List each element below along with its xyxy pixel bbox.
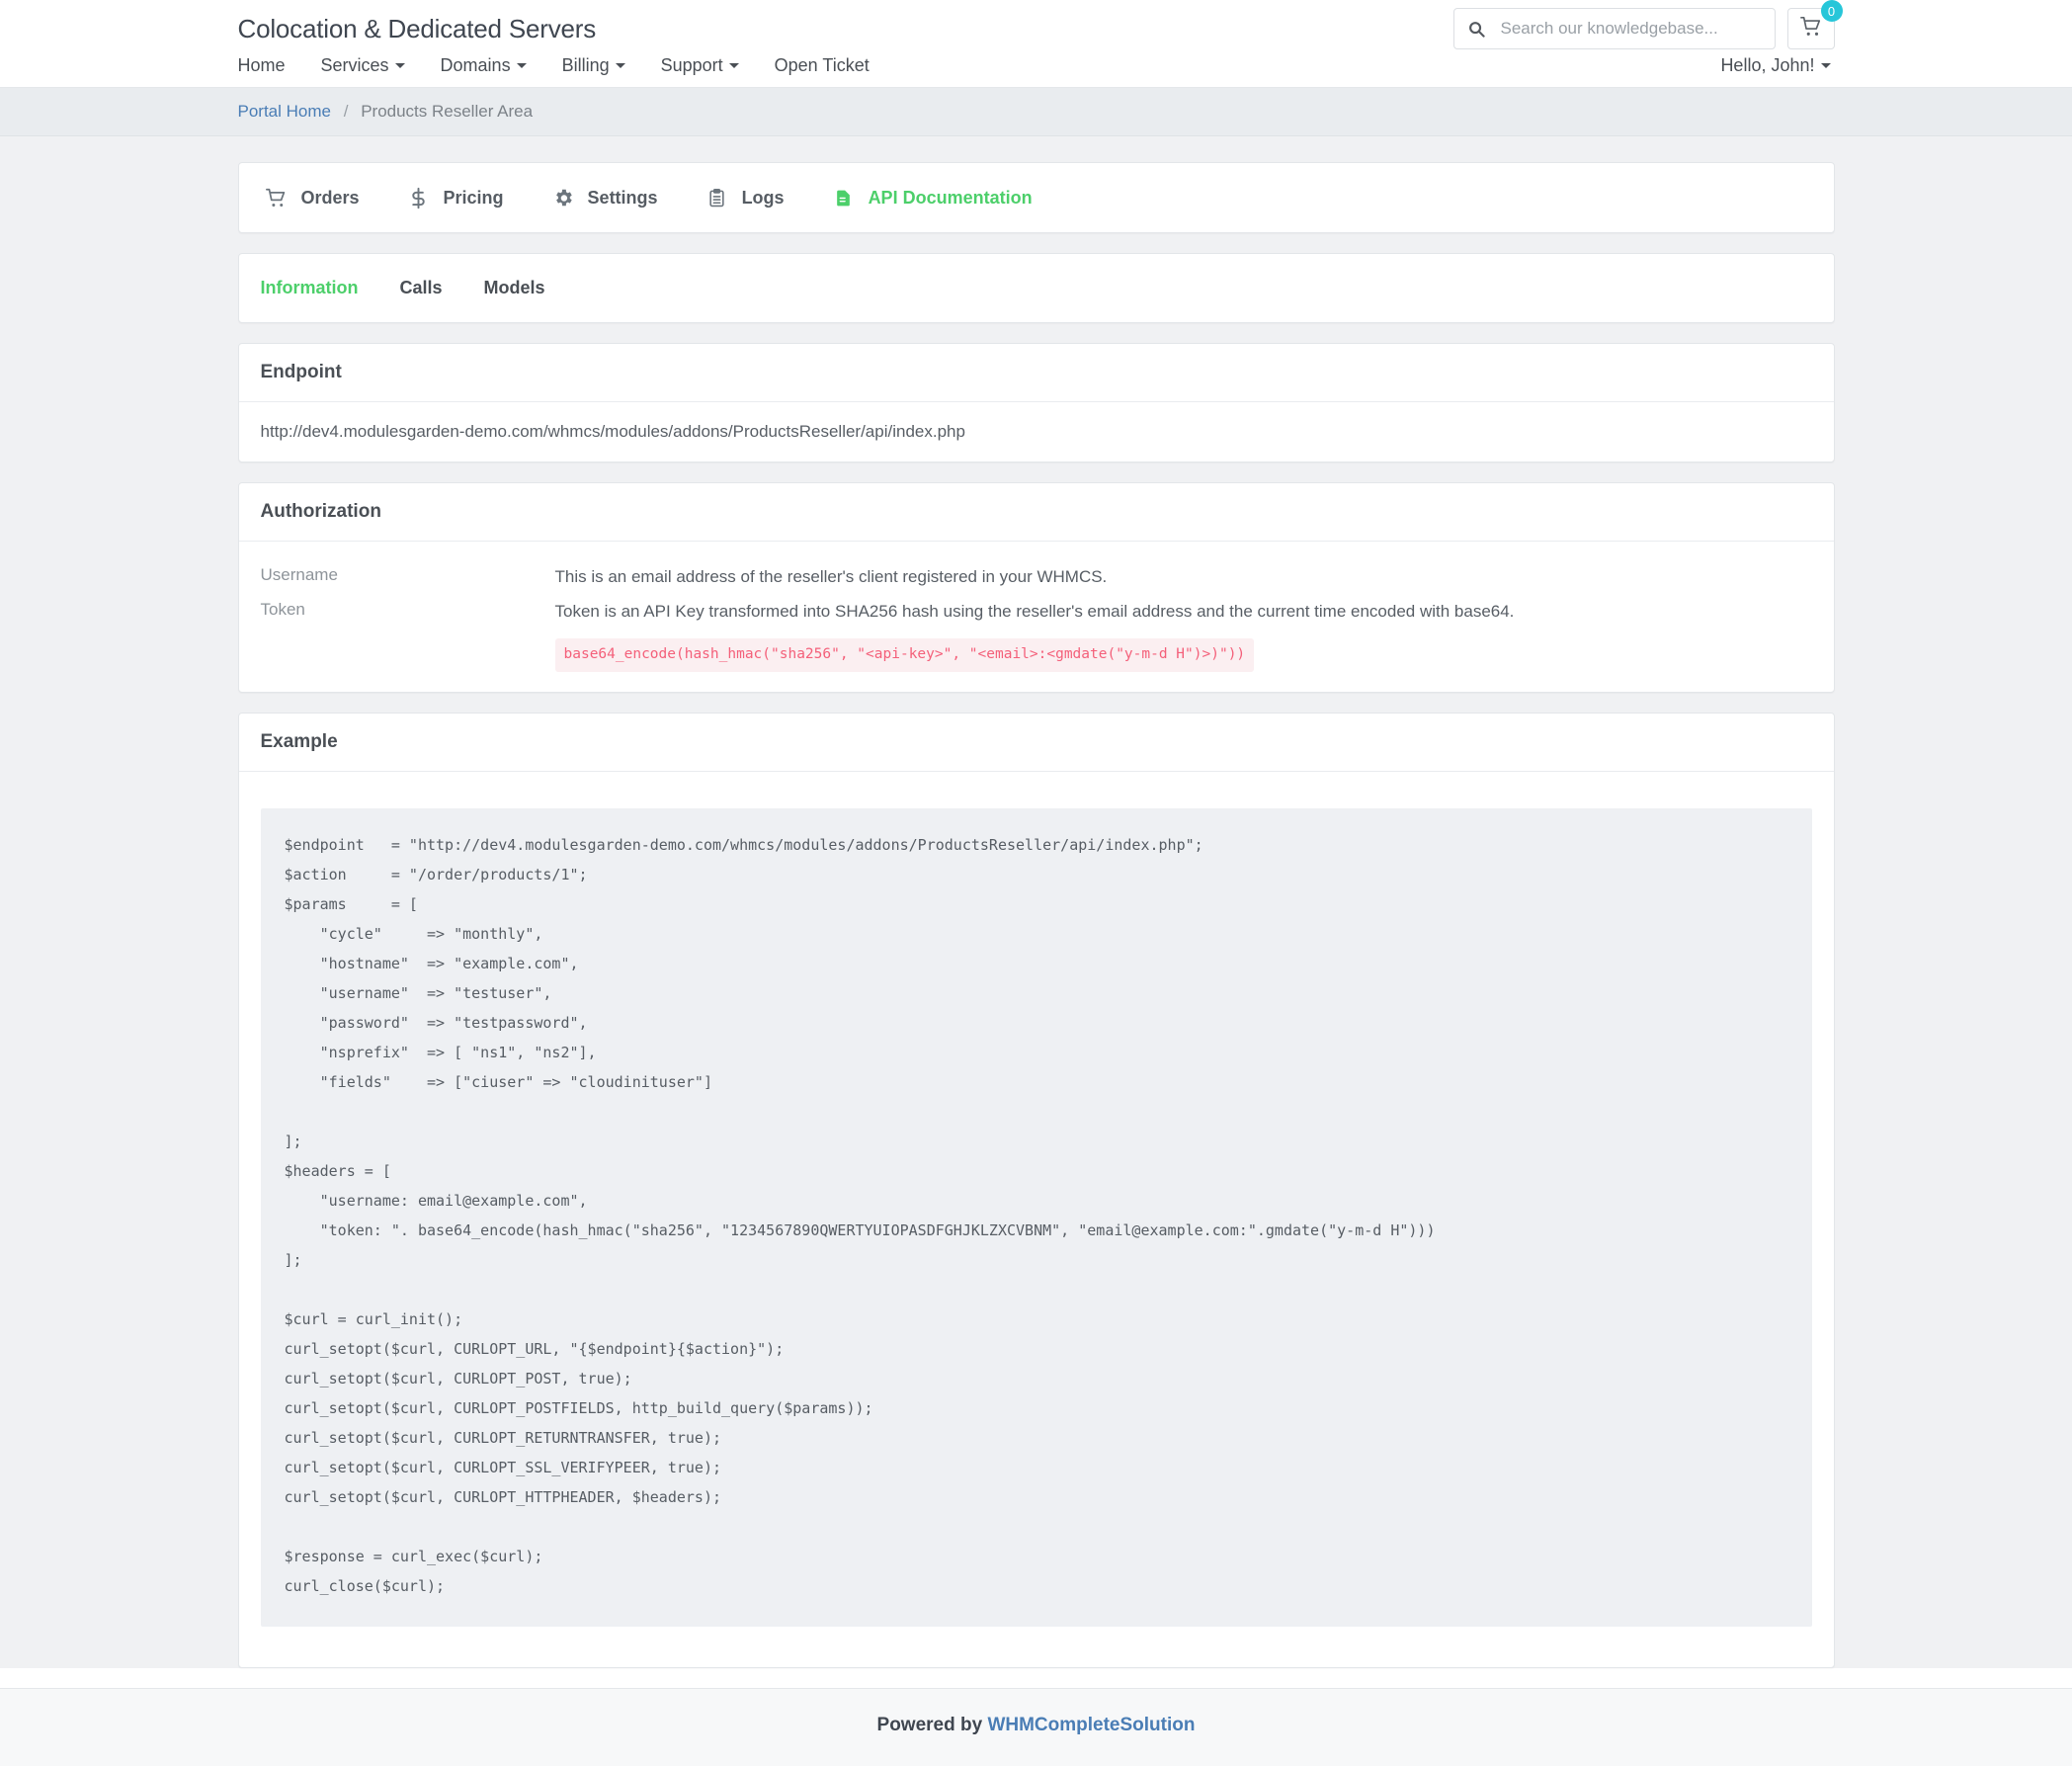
clipboard-icon	[705, 185, 729, 210]
chevron-down-icon	[728, 63, 739, 69]
file-document-icon	[832, 185, 856, 210]
account-menu-label: Hello, John!	[1720, 54, 1815, 75]
module-item-label: API Documentation	[868, 187, 1033, 208]
breadcrumb-bar: Portal Home / Products Reseller Area	[0, 88, 2072, 136]
footer-powered-by-text: Powered by	[876, 1714, 988, 1735]
authorization-description: This is an email address of the reseller…	[554, 567, 1108, 586]
search-input[interactable]	[1498, 18, 1761, 40]
endpoint-title: Endpoint	[238, 344, 1834, 402]
breadcrumb: Portal Home / Products Reseller Area	[226, 88, 1847, 135]
module-item-api-documentation[interactable]: API Documentation	[828, 181, 1058, 214]
nav-item-label: Billing	[561, 54, 610, 75]
site-brand-title: Colocation & Dedicated Servers	[237, 14, 597, 43]
api-doc-tabs-panel: Information Calls Models	[237, 253, 1835, 323]
footer-whmcs-link[interactable]: WHMCompleteSolution	[987, 1715, 1195, 1735]
page-content: Orders Pricing Settings Logs API Documen…	[0, 136, 2072, 1668]
site-header: Colocation & Dedicated Servers Search ou…	[0, 0, 2072, 57]
tab-calls[interactable]: Calls	[400, 274, 464, 302]
authorization-title: Authorization	[238, 483, 1834, 542]
search-icon	[1468, 21, 1485, 38]
breadcrumb-current-page: Products Reseller Area	[361, 102, 534, 121]
authorization-description: Token is an API Key transformed into SHA…	[554, 602, 1515, 622]
module-item-pricing[interactable]: Pricing	[403, 181, 530, 214]
gear-icon	[551, 185, 575, 210]
nav-item-label: Domains	[440, 54, 511, 75]
chevron-down-icon	[615, 63, 625, 69]
module-item-label: Settings	[587, 187, 658, 208]
cart-item-count-badge: 0	[1820, 0, 1843, 22]
tab-models[interactable]: Models	[484, 274, 567, 302]
example-code-block: $endpoint = "http://dev4.modulesgarden-d…	[260, 807, 1812, 1627]
endpoint-panel: Endpoint http://dev4.modulesgarden-demo.…	[237, 343, 1835, 463]
nav-item-label: Support	[660, 54, 723, 75]
breadcrumb-separator: /	[343, 102, 349, 121]
module-item-label: Orders	[300, 187, 360, 208]
authorization-label: Username	[260, 565, 338, 584]
chevron-down-icon	[1820, 63, 1831, 69]
knowledgebase-search-box[interactable]	[1452, 8, 1776, 49]
site-footer: Powered by WHMCompleteSolution	[0, 1687, 2072, 1766]
nav-item-label: Services	[320, 54, 389, 75]
module-item-label: Logs	[741, 187, 785, 208]
dollar-sign-icon	[407, 185, 431, 210]
shopping-cart-icon	[1799, 16, 1822, 42]
tab-label: Calls	[399, 278, 443, 297]
tab-label: Information	[260, 278, 359, 297]
authorization-row-token: Token Token is an API Key transformed in…	[261, 594, 1812, 675]
chevron-down-icon	[516, 63, 527, 69]
authorization-panel: Authorization Username This is an email …	[237, 482, 1835, 693]
module-toolbar-panel: Orders Pricing Settings Logs API Documen…	[237, 162, 1835, 233]
nav-item-label: Home	[237, 54, 286, 75]
token-formula-code: base64_encode(hash_hmac("sha256", "<api-…	[554, 638, 1255, 672]
chevron-down-icon	[394, 63, 405, 69]
authorization-label: Token	[260, 600, 305, 620]
tab-information[interactable]: Information	[261, 274, 380, 302]
endpoint-url: http://dev4.modulesgarden-demo.com/whmcs…	[260, 422, 965, 441]
shopping-cart-button[interactable]: 0	[1786, 0, 1843, 49]
module-item-label: Pricing	[443, 187, 504, 208]
tab-label: Models	[483, 278, 545, 297]
nav-item-label: Open Ticket	[774, 54, 870, 75]
example-panel: Example $endpoint = "http://dev4.modules…	[237, 712, 1835, 1668]
shopping-cart-icon	[265, 185, 289, 210]
breadcrumb-link-portal-home[interactable]: Portal Home	[238, 102, 331, 121]
authorization-row-username: Username This is an email address of the…	[261, 559, 1812, 594]
account-menu[interactable]: Hello, John!	[1720, 55, 1834, 76]
module-item-orders[interactable]: Orders	[261, 181, 385, 214]
module-item-logs[interactable]: Logs	[702, 181, 810, 214]
example-title: Example	[238, 714, 1834, 772]
module-item-settings[interactable]: Settings	[547, 181, 684, 214]
